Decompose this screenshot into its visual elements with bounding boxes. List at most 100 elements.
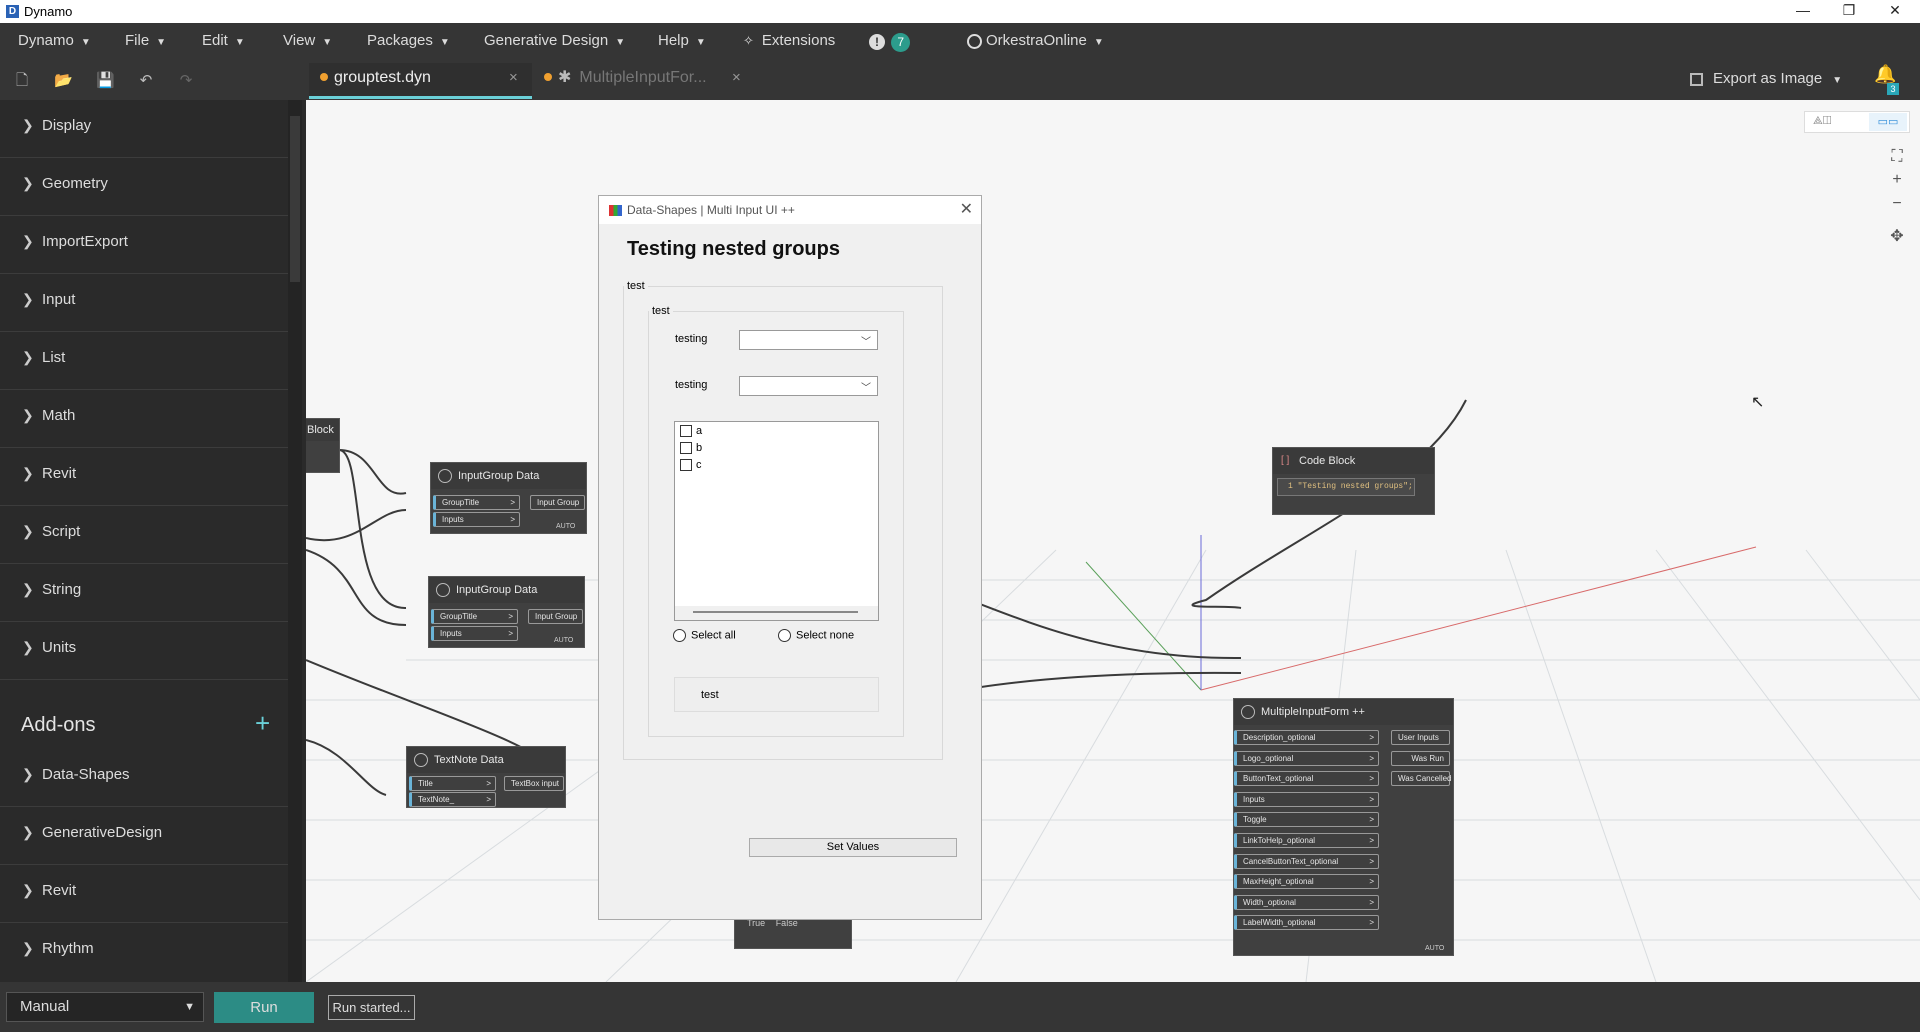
library-category[interactable]: ❯ List [0,332,288,390]
run-button[interactable]: Run [214,992,314,1023]
port-labelwidth[interactable]: LabelWidth_optional > [1234,915,1379,930]
port-linktohelp[interactable]: LinkToHelp_optional > [1234,833,1379,848]
port-description[interactable]: Description_optional > [1234,730,1379,745]
port-textnote[interactable]: TextNote_ > [409,792,496,807]
port-inputs[interactable]: Inputs > [433,512,520,527]
menu-orkestra[interactable]: OrkestraOnline ▼ [967,32,1104,49]
zoom-fit-icon[interactable]: ⛶ [1889,149,1905,165]
textnote-node[interactable]: TextNote Data Title > TextNote_ > TextBox … [406,746,566,808]
library-addon[interactable]: ❯ Data-Shapes [0,749,288,807]
menu-extensions[interactable]: ✧ Extensions [743,32,835,49]
port-input-group[interactable]: Input Group [528,609,583,624]
field-label: testing [675,379,708,391]
library-category[interactable]: ❯ Input [0,274,288,332]
port-buttontext[interactable]: ButtonText_optional > [1234,771,1379,786]
select-none-radio[interactable]: Select none [778,629,854,642]
close-tab-icon[interactable]: × [509,63,518,93]
notifications-button[interactable]: 🔔 3 [1870,63,1900,95]
port-textbox-input[interactable]: TextBox input [504,776,564,791]
checkbox[interactable] [680,459,692,472]
minimize-button[interactable]: — [1780,0,1826,23]
add-package-icon[interactable]: + [255,708,270,739]
multipleinputform-node[interactable]: MultipleInputForm ++ Description_optiona… [1233,698,1454,956]
library-category[interactable]: ❯ Revit [0,448,288,506]
library-category[interactable]: ❯ ImportExport [0,216,288,274]
horizontal-scrollbar[interactable] [675,606,878,620]
port-cancelbuttontext[interactable]: CancelButtonText_optional > [1234,854,1379,869]
redo-icon[interactable]: ↷ [177,72,195,90]
library-category[interactable]: ❯ Units [0,622,288,680]
set-values-button[interactable]: Set Values [749,838,957,857]
save-icon[interactable]: 💾 [96,72,115,90]
library-panel: ❯ Display ❯ Geometry ❯ ImportExport ❯ Input … [0,100,288,982]
checkbox[interactable] [680,442,692,455]
library-category[interactable]: ❯ Script [0,506,288,564]
checkbox[interactable] [680,425,692,438]
select-all-radio[interactable]: Select all [673,629,736,642]
library-addon[interactable]: ❯ Revit [0,865,288,923]
code-editor[interactable]: 1 "Testing nested groups"; [1277,478,1415,496]
test-button[interactable]: test [674,677,879,712]
close-window-button[interactable]: ✕ [1872,0,1918,23]
menu-generative-design[interactable]: Generative Design ▼ [484,32,625,49]
testing-dropdown-1[interactable]: ﹀ [739,330,878,350]
tab-grouptest[interactable]: grouptest.dyn × [309,63,532,99]
library-addon[interactable]: ❯ Rhythm [0,923,288,981]
checklist-box[interactable]: a b c [674,421,879,621]
menu-file[interactable]: File ▼ [125,32,166,49]
dialog-close-icon[interactable]: ✕ [960,196,973,224]
geometry-view-icon[interactable]: ⟁◫ [1813,115,1832,128]
port-grouptitle[interactable]: GroupTitle > [431,609,518,624]
library-category[interactable]: ❯ Geometry [0,158,288,216]
orkestra-icon [967,33,982,49]
graph-canvas[interactable]: Block InputGroup Data GroupTitle > Inputs… [306,100,1920,982]
code-block-node-partial[interactable]: Block [306,418,340,473]
export-image-button[interactable]: Export as Image ▼ [1690,70,1842,87]
zoom-in-icon[interactable]: + [1889,172,1905,188]
library-category[interactable]: ❯ String [0,564,288,622]
open-icon[interactable]: 📂 [54,72,73,90]
checklist-item[interactable]: b [680,442,702,458]
notification-badge[interactable]: ! 7 [869,33,911,52]
code-block-node[interactable]: [ ] Code Block 1 "Testing nested groups"; [1272,447,1435,515]
menu-help[interactable]: Help ▼ [658,32,706,49]
port-user-inputs[interactable]: User Inputs [1391,730,1450,745]
pan-icon[interactable]: ✥ [1889,229,1905,245]
menu-dynamo[interactable]: Dynamo ▼ [18,32,91,49]
port-inputs[interactable]: Inputs > [431,626,518,641]
port-inputs[interactable]: Inputs > [1234,792,1379,807]
field-label: testing [675,333,708,345]
port-input-group[interactable]: Input Group [530,495,585,510]
menu-packages[interactable]: Packages ▼ [367,32,450,49]
testing-dropdown-2[interactable]: ﹀ [739,376,878,396]
port-maxheight[interactable]: MaxHeight_optional > [1234,874,1379,889]
library-addon[interactable]: ❯ GenerativeDesign [0,807,288,865]
port-was-cancelled[interactable]: Was Cancelled [1391,771,1452,786]
port-logo[interactable]: Logo_optional > [1234,751,1379,766]
zoom-out-icon[interactable]: − [1889,196,1905,212]
port-was-run[interactable]: Was Run [1391,751,1450,766]
run-status: Run started... [328,995,415,1020]
run-mode-select[interactable]: Manual ▼ [6,992,204,1022]
custom-node-icon: ✱ [558,69,572,86]
inputgroup-node[interactable]: InputGroup Data GroupTitle > Inputs > Inpu… [428,576,585,648]
library-scrollbar-thumb[interactable] [290,116,300,282]
new-icon[interactable]: 🗋 [13,72,31,90]
port-width[interactable]: Width_optional > [1234,895,1379,910]
close-tab-icon[interactable]: × [732,63,741,93]
inputgroup-node[interactable]: InputGroup Data GroupTitle > Inputs > Inpu… [430,462,587,534]
restore-button[interactable]: ❐ [1826,0,1872,23]
graph-view-icon[interactable]: ▭▭ [1869,113,1907,131]
library-category[interactable]: ❯ Display [0,100,288,158]
undo-icon[interactable]: ↶ [137,72,155,90]
checklist-item[interactable]: c [680,459,702,475]
scrollbar-thumb[interactable] [693,611,858,613]
tab-multipleinputform[interactable]: ✱ MultipleInputFor... × [540,63,760,99]
port-grouptitle[interactable]: GroupTitle > [433,495,520,510]
port-title[interactable]: Title > [409,776,496,791]
library-category[interactable]: ❯ Math [0,390,288,448]
menu-view[interactable]: View ▼ [283,32,332,49]
checklist-item[interactable]: a [680,425,702,441]
menu-edit[interactable]: Edit ▼ [202,32,245,49]
port-toggle[interactable]: Toggle > [1234,812,1379,827]
